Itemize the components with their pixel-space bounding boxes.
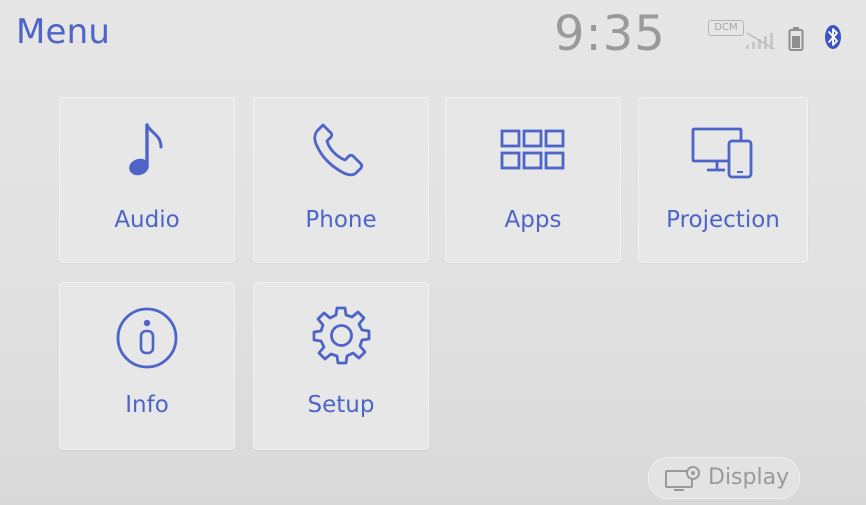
info-label: Info [125,392,169,418]
apps-tile[interactable]: Apps [445,97,621,263]
projection-tile[interactable]: Projection [638,97,808,263]
gear-icon [253,304,429,376]
apps-grid-icon [445,119,621,181]
info-icon [59,304,235,370]
phone-handset-icon [253,119,429,181]
phone-label: Phone [305,207,377,233]
clock: 9:35 [554,6,666,62]
dcm-badge: DCM [708,20,744,36]
battery-icon [788,26,804,56]
menu-screen: Menu 9:35 DCM Audio Phone Apps Projectio… [0,0,866,505]
audio-tile[interactable]: Audio [59,97,235,263]
audio-label: Audio [114,207,180,233]
music-note-icon [59,119,235,181]
projection-label: Projection [666,207,780,233]
display-settings-icon [664,465,702,497]
apps-label: Apps [504,207,562,233]
setup-tile[interactable]: Setup [253,282,429,450]
display-label: Display [708,465,790,490]
info-tile[interactable]: Info [59,282,235,450]
page-title: Menu [16,12,111,52]
phone-tile[interactable]: Phone [253,97,429,263]
status-bar: DCM [706,18,856,54]
signal-strength-icon [744,32,778,54]
setup-label: Setup [307,392,375,418]
projection-devices-icon [638,119,808,181]
bluetooth-icon [824,24,842,54]
display-button[interactable]: Display [648,457,800,499]
